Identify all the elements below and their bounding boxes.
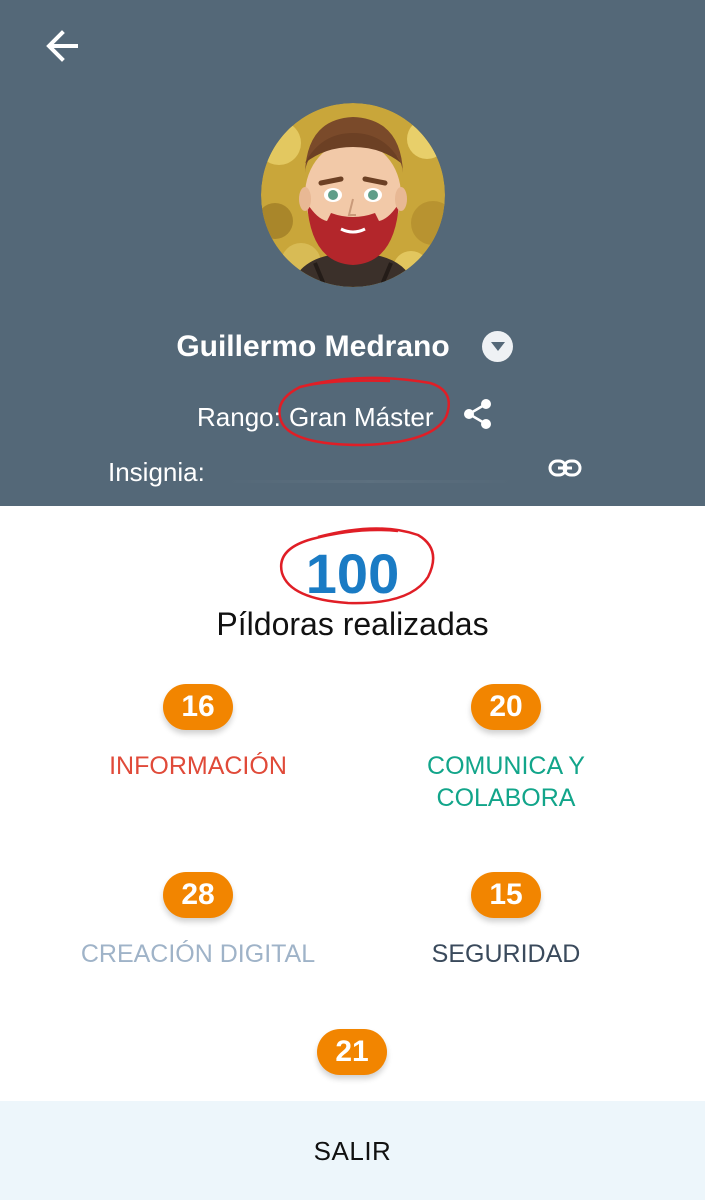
back-button[interactable] [38,28,86,68]
user-name: Guillermo Medrano [176,330,450,363]
exit-label: SALIR [313,1135,392,1166]
profile-screen: Guillermo Medrano Rango: Gran Máster Ins… [0,0,705,1200]
badge-row: Insignia: [0,452,705,492]
category-count-badge: 16 [163,684,233,730]
badge-label: Insignia: [108,457,205,487]
category-label: INFORMACIÓN [109,752,287,780]
rank-row: Rango: Gran Máster [0,394,705,440]
total-pills-count: 100 [305,542,400,605]
category-creacion-digital[interactable]: 28 CREACIÓN DIGITAL [48,872,348,970]
category-count-badge: 20 [471,684,541,730]
name-row: Guillermo Medrano [0,322,705,372]
badge-placeholder [222,480,518,483]
share-icon [463,398,493,435]
chevron-down-icon [490,338,505,356]
category-informacion[interactable]: 16 INFORMACIÓN [48,684,348,782]
category-count-badge: 28 [163,872,233,918]
badge-link-button[interactable] [545,452,585,488]
category-partial[interactable]: 21 [202,1029,502,1075]
share-button[interactable] [460,398,496,434]
category-count-badge: 15 [471,872,541,918]
category-label: COMUNICA Y COLABORA [427,752,585,812]
category-label: SEGURIDAD [431,940,581,968]
category-comunica-y-colabora[interactable]: 20 COMUNICA Y COLABORA [356,684,656,814]
profile-dropdown-button[interactable] [482,331,513,362]
avatar [261,103,445,287]
exit-button[interactable]: SALIR [0,1101,705,1200]
arrow-left-icon [44,29,80,68]
category-seguridad[interactable]: 15 SEGURIDAD [356,872,656,970]
rank-label: Rango: [197,402,281,432]
total-pills-label: Píldoras realizadas [216,606,489,642]
category-label: CREACIÓN DIGITAL [80,940,316,968]
category-count-badge: 21 [317,1029,387,1075]
profile-header: Guillermo Medrano Rango: Gran Máster Ins… [0,0,705,506]
link-icon [548,459,582,482]
rank-value: Gran Máster [289,402,434,432]
